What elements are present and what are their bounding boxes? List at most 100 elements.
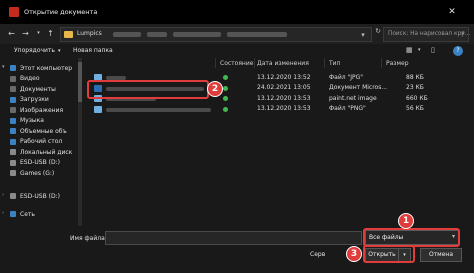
file-date: 13.12.2020 13:53 [257, 105, 311, 113]
cube-icon [10, 128, 16, 134]
blurred-breadcrumb [113, 32, 141, 37]
chevron-down-icon[interactable]: ▾ [418, 47, 421, 53]
sidebar-item-desktop[interactable]: Рабочий стол [0, 137, 78, 148]
search-icon: ⌕ [461, 29, 465, 37]
column-divider[interactable] [381, 58, 382, 68]
usb-drive-icon [10, 193, 16, 199]
sidebar-item-label: Музыка [20, 117, 44, 124]
sidebar-item-label: ESD-USB (D:) [20, 159, 60, 166]
file-type: Документ Micros... [329, 84, 388, 92]
column-header-type[interactable]: Тип [329, 60, 341, 67]
file-type: paint.net image [329, 94, 377, 102]
blurred-breadcrumb [147, 32, 167, 37]
sidebar-item-label: Документы [20, 85, 56, 93]
column-divider[interactable] [324, 58, 325, 68]
sidebar-item-label: Изображения [20, 106, 64, 114]
usb-drive-icon [10, 159, 16, 166]
recent-chevron-icon[interactable]: ▾ [33, 28, 44, 39]
document-icon [10, 86, 16, 92]
file-size: 88 КБ [406, 73, 424, 81]
chevron-right-icon[interactable]: › [2, 192, 4, 198]
sidebar-item-network[interactable]: › Сеть [0, 209, 78, 220]
sidebar-item-label: ESD-USB (D:) [20, 192, 60, 200]
sidebar-item-label: Видео [20, 75, 40, 82]
sidebar-item-label: Сеть [20, 210, 35, 218]
desktop-icon [10, 138, 16, 145]
sidebar-item-label: Объемные объ [20, 127, 67, 135]
sidebar-item-label: Загрузки [20, 96, 49, 103]
cancel-button[interactable]: Отмена [420, 248, 462, 262]
step-badge-3: 3 [346, 246, 362, 262]
sidebar-item-documents[interactable]: Документы [0, 84, 78, 95]
image-file-icon [94, 105, 102, 113]
file-date: 13.12.2020 13:52 [257, 73, 311, 81]
sidebar-scroll-thumb[interactable] [78, 62, 82, 102]
selected-file-highlight [87, 80, 209, 99]
column-divider[interactable] [254, 58, 255, 68]
file-date: 13.12.2020 13:53 [257, 94, 311, 102]
network-icon [10, 211, 16, 217]
sidebar-item-label: Рабочий стол [20, 138, 63, 145]
close-icon[interactable]: ✕ [440, 6, 464, 18]
breadcrumb-item[interactable]: Lumpics [77, 30, 102, 37]
computer-icon [10, 65, 16, 71]
help-icon[interactable]: ? [453, 46, 463, 56]
breadcrumb[interactable]: Lumpics ▾ [60, 27, 372, 42]
sidebar-item-esd-usb-root[interactable]: › ESD-USB (D:) [0, 191, 78, 202]
file-size: 660 КБ [406, 94, 428, 102]
sidebar-item-pictures[interactable]: Изображения [0, 105, 78, 116]
search-input[interactable]: Поиск: На нарисовал кру... ⌕ [383, 27, 471, 42]
chevron-down-icon: ▾ [58, 48, 61, 54]
file-size: 56 КБ [406, 105, 424, 113]
chevron-right-icon[interactable]: › [2, 210, 4, 216]
pictures-icon [10, 107, 16, 113]
chevron-down-icon[interactable]: ▾ [2, 64, 5, 70]
chevron-down-icon[interactable]: ▾ [357, 31, 369, 39]
open-button-highlight [363, 245, 415, 263]
navigation-bar: ← → ▾ ↑ Lumpics ▾ ↻ Поиск: На нарисовал … [0, 24, 474, 44]
app-icon [9, 7, 19, 17]
toolbar: Упорядочить ▾ Новая папка ▦ ▾ ▯ ? [0, 44, 474, 58]
up-arrow-icon[interactable]: ↑ [45, 28, 56, 39]
file-size: 23 КБ [406, 84, 424, 92]
search-placeholder: Поиск: На нарисовал кру... [388, 31, 471, 37]
view-options-icon[interactable]: ▦ [406, 46, 413, 54]
sidebar-item-downloads[interactable]: Загрузки [0, 95, 78, 106]
music-icon [10, 117, 16, 124]
sidebar-item-label: Этот компьютер [20, 64, 73, 72]
file-type: Файл "PNG" [329, 105, 366, 113]
column-divider[interactable] [215, 58, 216, 68]
video-icon [10, 75, 16, 82]
blurred-breadcrumb [227, 32, 287, 37]
drive-icon [10, 149, 16, 155]
organize-button[interactable]: Упорядочить [14, 47, 55, 54]
sidebar-item-local-disk[interactable]: Локальный диск [0, 147, 78, 158]
column-header-date[interactable]: Дата изменения [257, 60, 309, 67]
column-header-status[interactable]: Состояние [220, 60, 253, 67]
file-date: 24.02.2021 13:05 [257, 84, 311, 92]
sidebar-item-games[interactable]: Games (G:) [0, 168, 78, 179]
sidebar-item-3d-objects[interactable]: Объемные объ [0, 126, 78, 137]
folder-icon [64, 31, 73, 38]
sidebar-item-label: Локальный диск [20, 148, 73, 156]
preview-pane-icon[interactable]: ▯ [431, 46, 435, 54]
sidebar-item-video[interactable]: Видео [0, 74, 78, 85]
blurred-file-name [106, 107, 211, 112]
file-row[interactable]: 13.12.2020 13:53 Файл "PNG" 56 КБ [88, 104, 468, 115]
blurred-breadcrumb [173, 32, 221, 37]
filename-input[interactable] [105, 231, 362, 245]
title-bar: Открытие документа ✕ [0, 0, 474, 24]
forward-arrow-icon[interactable]: → [20, 28, 31, 39]
step-badge-2: 2 [207, 81, 223, 97]
sync-status-icon [223, 106, 228, 112]
service-menu[interactable]: Серв [310, 251, 325, 258]
new-folder-button[interactable]: Новая папка [73, 47, 113, 54]
sidebar-item-this-pc[interactable]: ▾ Этот компьютер [0, 63, 78, 74]
sidebar-item-label: Games (G:) [20, 169, 55, 177]
back-arrow-icon[interactable]: ← [6, 28, 17, 39]
sidebar-item-esd-usb[interactable]: ESD-USB (D:) [0, 158, 78, 169]
file-type: Файл "JPG" [329, 73, 364, 81]
filename-label: Имя файла: [70, 235, 107, 242]
column-header-size[interactable]: Размер [386, 60, 409, 67]
sidebar-item-music[interactable]: Музыка [0, 116, 78, 127]
